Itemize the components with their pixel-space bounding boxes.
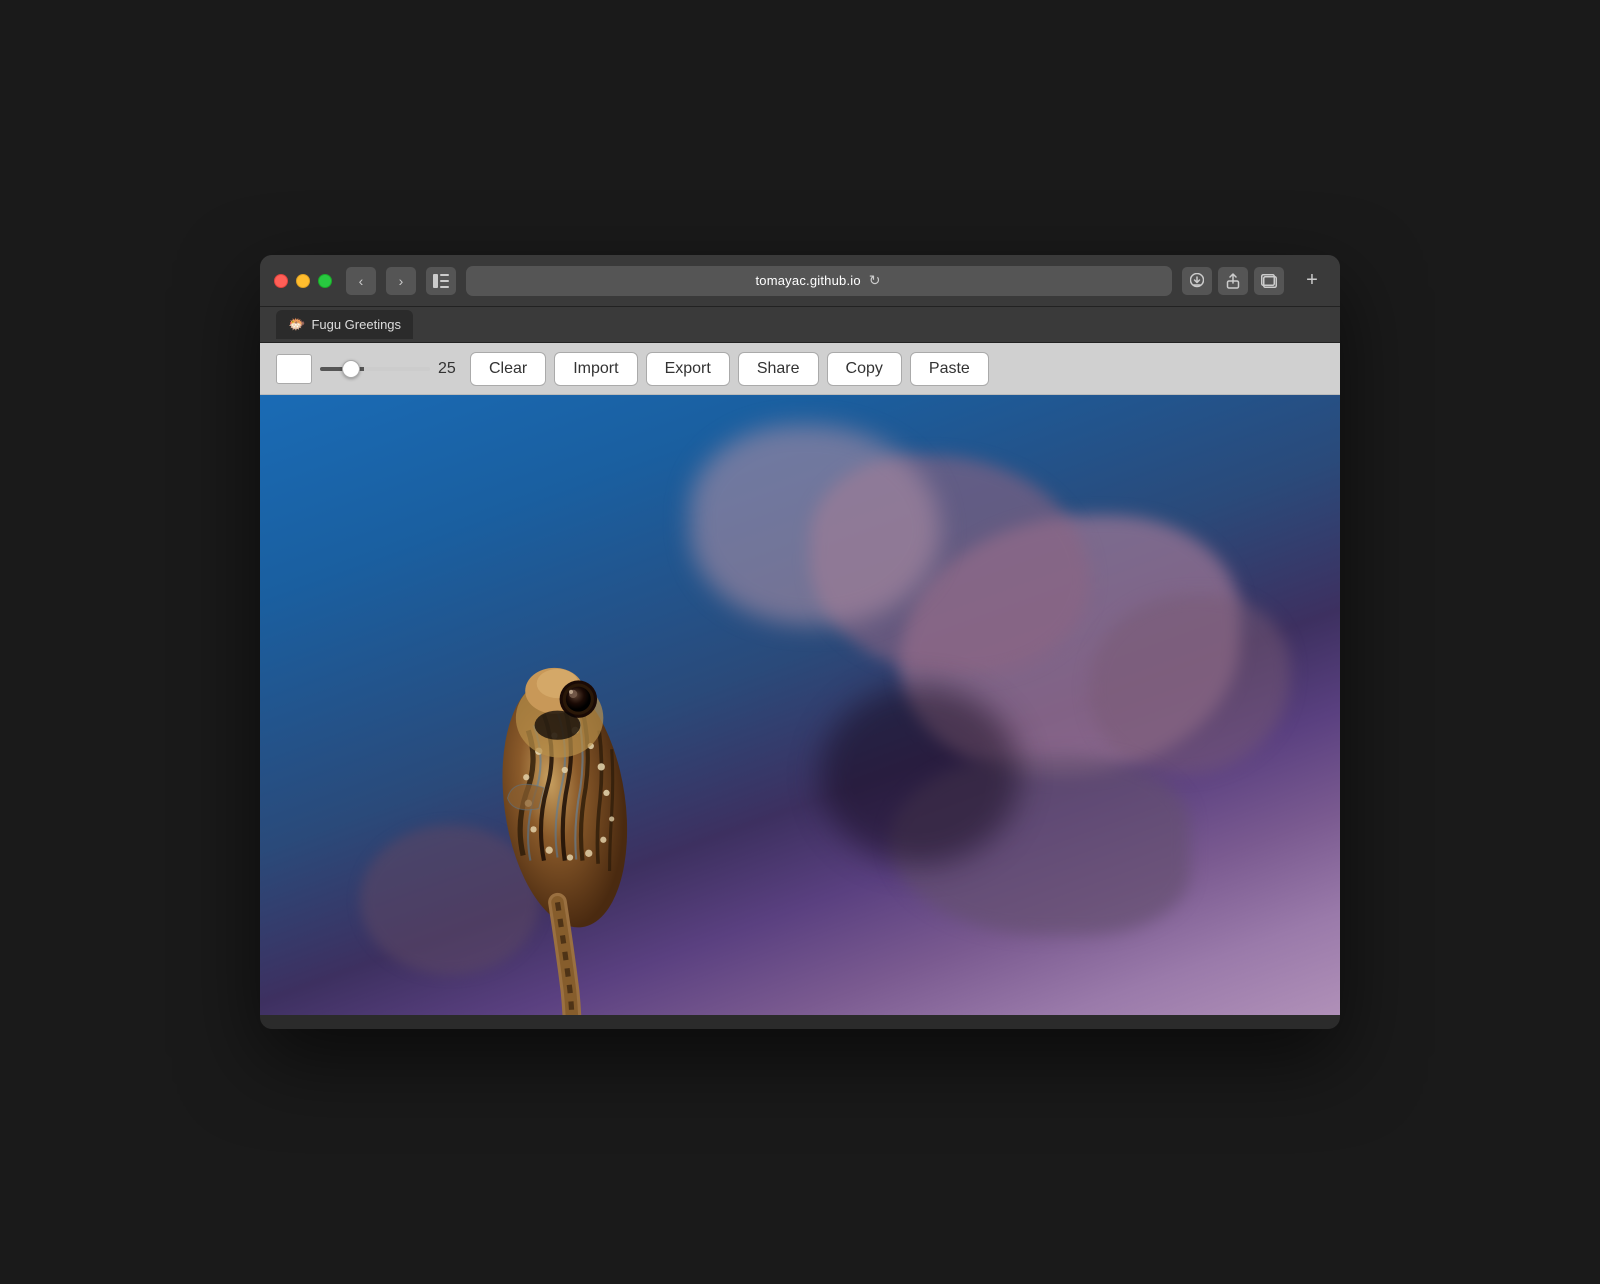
export-button[interactable]: Export <box>646 352 730 386</box>
address-bar[interactable]: tomayac.github.io ↻ <box>466 266 1172 296</box>
stroke-size-slider[interactable] <box>320 367 430 371</box>
url-text: tomayac.github.io <box>755 273 860 288</box>
new-tab-button[interactable]: + <box>1298 267 1326 295</box>
traffic-lights <box>274 274 332 288</box>
download-button[interactable] <box>1182 267 1212 295</box>
stroke-slider-container: 25 <box>320 360 462 378</box>
stroke-value-label: 25 <box>438 360 462 378</box>
share-button-browser[interactable] <box>1218 267 1248 295</box>
forward-button[interactable]: › <box>386 267 416 295</box>
minimize-button[interactable] <box>296 274 310 288</box>
browser-window: ‹ › tomayac.github.io ↻ <box>260 255 1340 1029</box>
color-swatch[interactable] <box>276 354 312 384</box>
copy-button[interactable]: Copy <box>827 352 902 386</box>
fish-illustration <box>380 595 760 1015</box>
browser-actions <box>1182 267 1284 295</box>
active-tab[interactable]: 🐡 Fugu Greetings <box>276 310 413 339</box>
tab-bar: 🐡 Fugu Greetings <box>260 307 1340 343</box>
canvas-area[interactable] <box>260 395 1340 1015</box>
tab-favicon: 🐡 <box>288 316 305 333</box>
reload-button[interactable]: ↻ <box>867 270 883 291</box>
clear-button[interactable]: Clear <box>470 352 546 386</box>
share-button-app[interactable]: Share <box>738 352 819 386</box>
tab-title: Fugu Greetings <box>311 317 401 332</box>
bottom-bar <box>260 1015 1340 1029</box>
fish-scene <box>260 395 1340 1015</box>
sidebar-toggle-button[interactable] <box>426 267 456 295</box>
dark-patch <box>820 685 1020 865</box>
maximize-button[interactable] <box>318 274 332 288</box>
back-button[interactable]: ‹ <box>346 267 376 295</box>
paste-button[interactable]: Paste <box>910 352 989 386</box>
app-toolbar: 25 Clear Import Export Share Copy Paste <box>260 343 1340 395</box>
close-button[interactable] <box>274 274 288 288</box>
title-bar: ‹ › tomayac.github.io ↻ <box>260 255 1340 307</box>
import-button[interactable]: Import <box>554 352 637 386</box>
tabs-button[interactable] <box>1254 267 1284 295</box>
